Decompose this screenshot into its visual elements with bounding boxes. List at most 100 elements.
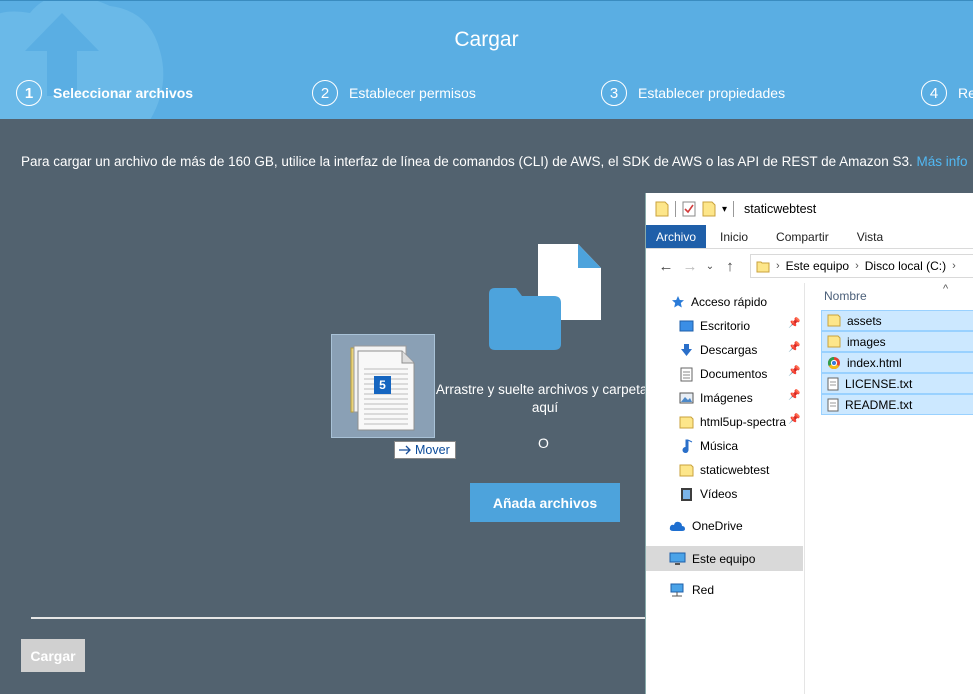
tab-inicio[interactable]: Inicio: [706, 225, 762, 248]
step-set-properties[interactable]: 3 Establecer propiedades: [601, 80, 785, 106]
folder-icon: [679, 464, 694, 477]
breadcrumb[interactable]: › Este equipo › Disco local (C:) ›: [750, 254, 973, 278]
music-note-icon: [682, 439, 693, 453]
column-header-name[interactable]: Nombre: [824, 289, 867, 303]
properties-check-icon[interactable]: [682, 201, 696, 217]
desktop-icon: [679, 320, 694, 332]
upload-button[interactable]: Cargar: [21, 639, 85, 672]
nav-videos[interactable]: Vídeos: [679, 483, 737, 505]
file-list: Nombre ^ assets images index.html LICENS…: [816, 283, 973, 694]
forward-arrow-icon[interactable]: →: [680, 258, 700, 275]
folder-icon: [679, 416, 694, 429]
network-icon: [670, 583, 684, 596]
window-title: staticwebtest: [744, 202, 817, 216]
pin-icon: 📌: [788, 366, 801, 377]
step-label: Establecer permisos: [349, 85, 476, 101]
breadcrumb-local-disk[interactable]: Disco local (C:): [865, 259, 946, 273]
upload-wizard-header: Cargar 1 Seleccionar archivos 2 Establec…: [0, 0, 973, 119]
nav-staticwebtest[interactable]: staticwebtest: [679, 459, 769, 481]
address-bar: ← → ⌄ ↑ › Este equipo › Disco local (C:)…: [646, 249, 973, 283]
step-label: Re: [958, 85, 973, 101]
file-name: images: [847, 334, 886, 349]
breadcrumb-separator-icon: ›: [855, 260, 859, 272]
nav-descargas[interactable]: Descargas 📌: [679, 339, 800, 361]
folder-icon: [655, 201, 669, 217]
nav-this-pc[interactable]: Este equipo: [646, 546, 803, 571]
toolbar-separator: [675, 201, 676, 217]
size-limit-notice: Para cargar un archivo de más de 160 GB,…: [21, 154, 968, 169]
nav-musica[interactable]: Música: [679, 435, 738, 457]
pictures-icon: [679, 392, 694, 404]
nav-label: Red: [692, 583, 715, 597]
nav-label: Documentos: [700, 367, 768, 381]
toolbar-separator: [733, 201, 735, 217]
quick-access-dropdown-icon[interactable]: ▾: [722, 204, 727, 215]
pin-icon: 📌: [788, 390, 801, 401]
step-label: Establecer propiedades: [638, 85, 786, 101]
nav-escritorio[interactable]: Escritorio 📌: [679, 315, 800, 337]
new-folder-icon[interactable]: [702, 201, 716, 217]
drag-count-badge: 5: [379, 378, 386, 392]
notice-text: Para cargar un archivo de más de 160 GB,…: [21, 154, 913, 169]
recent-locations-chevron-icon[interactable]: ⌄: [704, 261, 716, 272]
step-set-permissions[interactable]: 2 Establecer permisos: [312, 80, 476, 106]
sort-ascending-icon: ^: [943, 283, 949, 295]
step-number: 2: [312, 80, 338, 106]
breadcrumb-separator-icon: ›: [952, 260, 956, 272]
folder-icon: [756, 261, 770, 273]
more-info-link[interactable]: Más info: [916, 154, 967, 169]
folder-icon: [827, 314, 841, 327]
nav-onedrive[interactable]: OneDrive: [669, 515, 743, 537]
navigation-pane: Acceso rápido Escritorio 📌 Descargas 📌 D…: [646, 283, 804, 694]
tab-compartir[interactable]: Compartir: [762, 225, 843, 248]
breadcrumb-this-pc[interactable]: Este equipo: [786, 259, 849, 273]
nav-network[interactable]: Red: [669, 579, 714, 601]
download-arrow-icon: [681, 344, 692, 356]
step-select-files[interactable]: 1 Seleccionar archivos: [16, 80, 193, 106]
add-files-button[interactable]: Añada archivos: [470, 483, 620, 522]
nav-imagenes[interactable]: Imágenes 📌: [679, 387, 800, 409]
step-review[interactable]: 4 Re: [921, 80, 973, 106]
file-name: README.txt: [845, 397, 913, 412]
pin-icon: 📌: [788, 318, 801, 329]
file-row-readme-txt[interactable]: README.txt: [821, 394, 973, 415]
file-name: assets: [847, 313, 882, 328]
text-file-icon: [827, 398, 839, 411]
nav-label: Acceso rápido: [691, 295, 768, 309]
film-icon: [681, 487, 692, 501]
folder-icon: [827, 335, 841, 348]
document-icon: [680, 367, 693, 381]
or-separator: O: [538, 435, 549, 451]
file-row-license-txt[interactable]: LICENSE.txt: [821, 373, 973, 394]
nav-label: Imágenes: [700, 391, 753, 405]
pin-icon: 📌: [788, 414, 801, 425]
tab-vista[interactable]: Vista: [843, 225, 897, 248]
star-icon: [672, 296, 684, 308]
file-row-assets[interactable]: assets: [821, 310, 973, 331]
up-arrow-icon[interactable]: ↑: [720, 258, 740, 275]
nav-label: Descargas: [700, 343, 758, 357]
step-label: Seleccionar archivos: [53, 85, 194, 101]
pane-splitter[interactable]: [804, 283, 805, 694]
nav-quick-access[interactable]: Acceso rápido: [671, 291, 767, 313]
nav-label: html5up-spectra: [700, 415, 787, 429]
file-row-index-html[interactable]: index.html: [821, 352, 973, 373]
ribbon-tabs: Archivo Inicio Compartir Vista: [646, 225, 973, 249]
computer-icon: [669, 552, 686, 565]
onedrive-cloud-icon: [669, 521, 685, 531]
nav-label: staticwebtest: [700, 463, 770, 477]
step-number: 4: [921, 80, 947, 106]
nav-html5up-spectra[interactable]: html5up-spectra 📌: [679, 411, 800, 433]
file-name: LICENSE.txt: [845, 376, 913, 391]
nav-label: Escritorio: [700, 319, 751, 333]
back-arrow-icon[interactable]: ←: [656, 258, 676, 275]
nav-label: Música: [700, 439, 739, 453]
breadcrumb-separator-icon: ›: [776, 260, 780, 272]
file-row-images[interactable]: images: [821, 331, 973, 352]
nav-documentos[interactable]: Documentos 📌: [679, 363, 800, 385]
file-explorer-window: ▾ staticwebtest Archivo Inicio Compartir…: [645, 193, 973, 694]
tab-archivo[interactable]: Archivo: [646, 225, 707, 248]
nav-label: Vídeos: [700, 487, 738, 501]
footer-divider: [31, 617, 646, 619]
move-tooltip-text: Mover: [415, 443, 450, 457]
